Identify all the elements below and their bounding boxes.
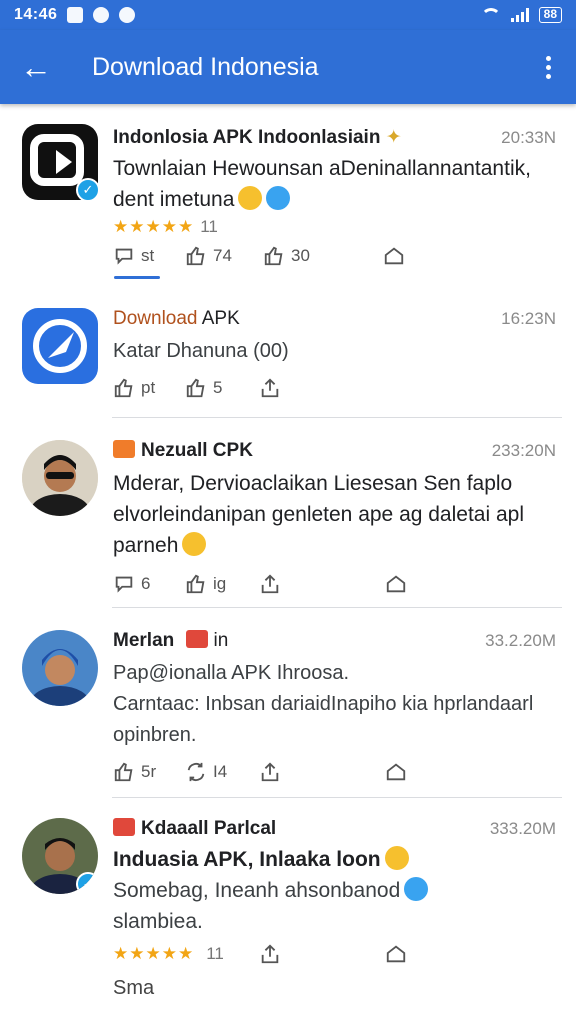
item-title[interactable]: Merlan in [113, 630, 228, 652]
like-button[interactable]: 5 [185, 377, 259, 399]
action-bar: 6 ig [113, 573, 556, 595]
app-notification-icon [93, 7, 110, 23]
battery-indicator: 88 [538, 7, 562, 23]
share-button[interactable]: 30 [263, 245, 383, 267]
item-timestamp: 333.20M [489, 819, 556, 838]
thumbs-up-icon [186, 574, 205, 594]
emoji-icon [266, 186, 291, 210]
avatar[interactable] [22, 630, 98, 706]
item-text: Induasia APK, Inlaaka loon Somebag, Inea… [113, 844, 556, 937]
back-arrow-icon[interactable]: ← [0, 30, 72, 104]
star-rating-icon: ★★★★★ [113, 217, 195, 236]
action-bar: st 74 30 [113, 245, 556, 267]
person-avatar-icon [22, 440, 98, 516]
like-button[interactable]: ig [185, 573, 259, 595]
share-button[interactable] [259, 573, 385, 595]
compass-logo-icon [33, 319, 87, 373]
repost-icon [187, 762, 205, 782]
item-title[interactable]: Nezuall CPK [113, 440, 253, 462]
reply-button[interactable]: st [113, 245, 185, 267]
action-bar: ★★★★★ 11 [113, 943, 556, 965]
avatar[interactable]: ✓ [22, 818, 98, 894]
page-title: Download Indonesia [92, 52, 319, 81]
thumbs-up-icon [114, 378, 133, 398]
emoji-icon [384, 846, 409, 870]
verified-badge-icon: ✓ [76, 178, 100, 202]
share-button[interactable] [259, 377, 281, 399]
item-title[interactable]: Download APK [113, 308, 240, 330]
share-icon [261, 378, 279, 398]
rating: ★★★★★ 11 [113, 217, 218, 236]
thumbs-up-icon [264, 246, 283, 266]
status-bar: 14:46 88 [0, 0, 576, 30]
star-rating-icon: ★★★★★ [113, 944, 195, 963]
share-icon [261, 574, 279, 594]
thumbs-up-icon [186, 378, 205, 398]
list-item[interactable]: ✓ Kdaaall Parlcal 333.20M Induasia APK, … [0, 798, 576, 1024]
save-button[interactable] [385, 573, 407, 595]
list-item[interactable]: Download APK 16:23N Katar Dhanuna (00) p… [0, 294, 576, 418]
notification-icon [67, 7, 84, 23]
list-item[interactable]: ✓ Indonlosia APK Indoonlasiain ✦ 20:33N … [0, 104, 576, 294]
item-text: Mderar, Dervioaclaikan Liesesan Sen fapl… [113, 472, 524, 557]
like-button[interactable]: pt [113, 377, 185, 399]
item-timestamp: 233:20N [491, 441, 556, 460]
thumbs-up-icon [114, 762, 133, 782]
avatar[interactable] [22, 440, 98, 516]
item-timestamp: 20:33N [501, 128, 556, 147]
list-item[interactable]: Nezuall CPK 233:20N Mderar, Dervioaclaik… [0, 418, 576, 608]
app-bar: ← Download Indonesia [0, 30, 576, 104]
action-bar: pt 5 [113, 377, 556, 399]
reply-icon [115, 576, 133, 593]
person-avatar-icon [22, 630, 98, 706]
item-title[interactable]: Indonlosia APK Indoonlasiain ✦ [113, 126, 402, 149]
save-icon [386, 763, 406, 781]
repost-button[interactable]: I4 [185, 761, 259, 783]
message-notification-icon [119, 7, 136, 23]
emoji-icon [238, 186, 263, 210]
reply-icon [115, 248, 133, 265]
save-icon [386, 945, 406, 963]
reply-button[interactable]: 6 [113, 573, 185, 595]
item-text: Pap@ionalla APK Ihroosa. Carntaac: Inbsa… [113, 662, 534, 746]
item-footer: Sma [113, 977, 155, 999]
emoji-icon [182, 532, 207, 556]
wifi-icon [480, 8, 501, 22]
save-icon [386, 575, 406, 593]
save-button[interactable] [385, 761, 407, 783]
more-options-icon[interactable] [520, 30, 576, 104]
active-indicator [114, 276, 160, 279]
share-icon [261, 762, 279, 782]
rating: ★★★★★ 11 [113, 944, 224, 963]
emoji-icon [404, 877, 429, 901]
action-bar: 5r I4 [113, 761, 556, 783]
save-button[interactable] [385, 943, 407, 965]
badge-icon [113, 818, 135, 836]
item-timestamp: 16:23N [501, 309, 556, 328]
feed-list[interactable]: ✓ Indonlosia APK Indoonlasiain ✦ 20:33N … [0, 104, 576, 1024]
item-title[interactable]: Kdaaall Parlcal [113, 818, 276, 840]
status-time: 14:46 [14, 6, 58, 23]
item-timestamp: 33.2.20M [485, 631, 556, 650]
like-button[interactable]: 74 [185, 245, 263, 267]
badge-icon [113, 440, 135, 458]
app-icon[interactable]: ✓ [22, 124, 100, 202]
verified-badge-icon: ✓ [76, 872, 98, 894]
save-icon [384, 247, 404, 265]
thumbs-up-icon [186, 246, 205, 266]
share-button[interactable] [259, 943, 385, 965]
like-button[interactable]: 5r [113, 761, 185, 783]
signal-icon [510, 8, 529, 22]
share-icon [261, 944, 279, 964]
share-button[interactable] [259, 761, 385, 783]
item-text: Katar Dhanuna (00) [113, 340, 289, 362]
item-text: Townlaian Hewounsan aDeninallannantantik… [113, 157, 531, 211]
badge-icon [185, 630, 208, 648]
list-item[interactable]: Merlan in 33.2.20M Pap@ionalla APK Ihroo… [0, 608, 576, 798]
save-button[interactable] [383, 245, 405, 267]
app-icon[interactable] [22, 308, 98, 384]
